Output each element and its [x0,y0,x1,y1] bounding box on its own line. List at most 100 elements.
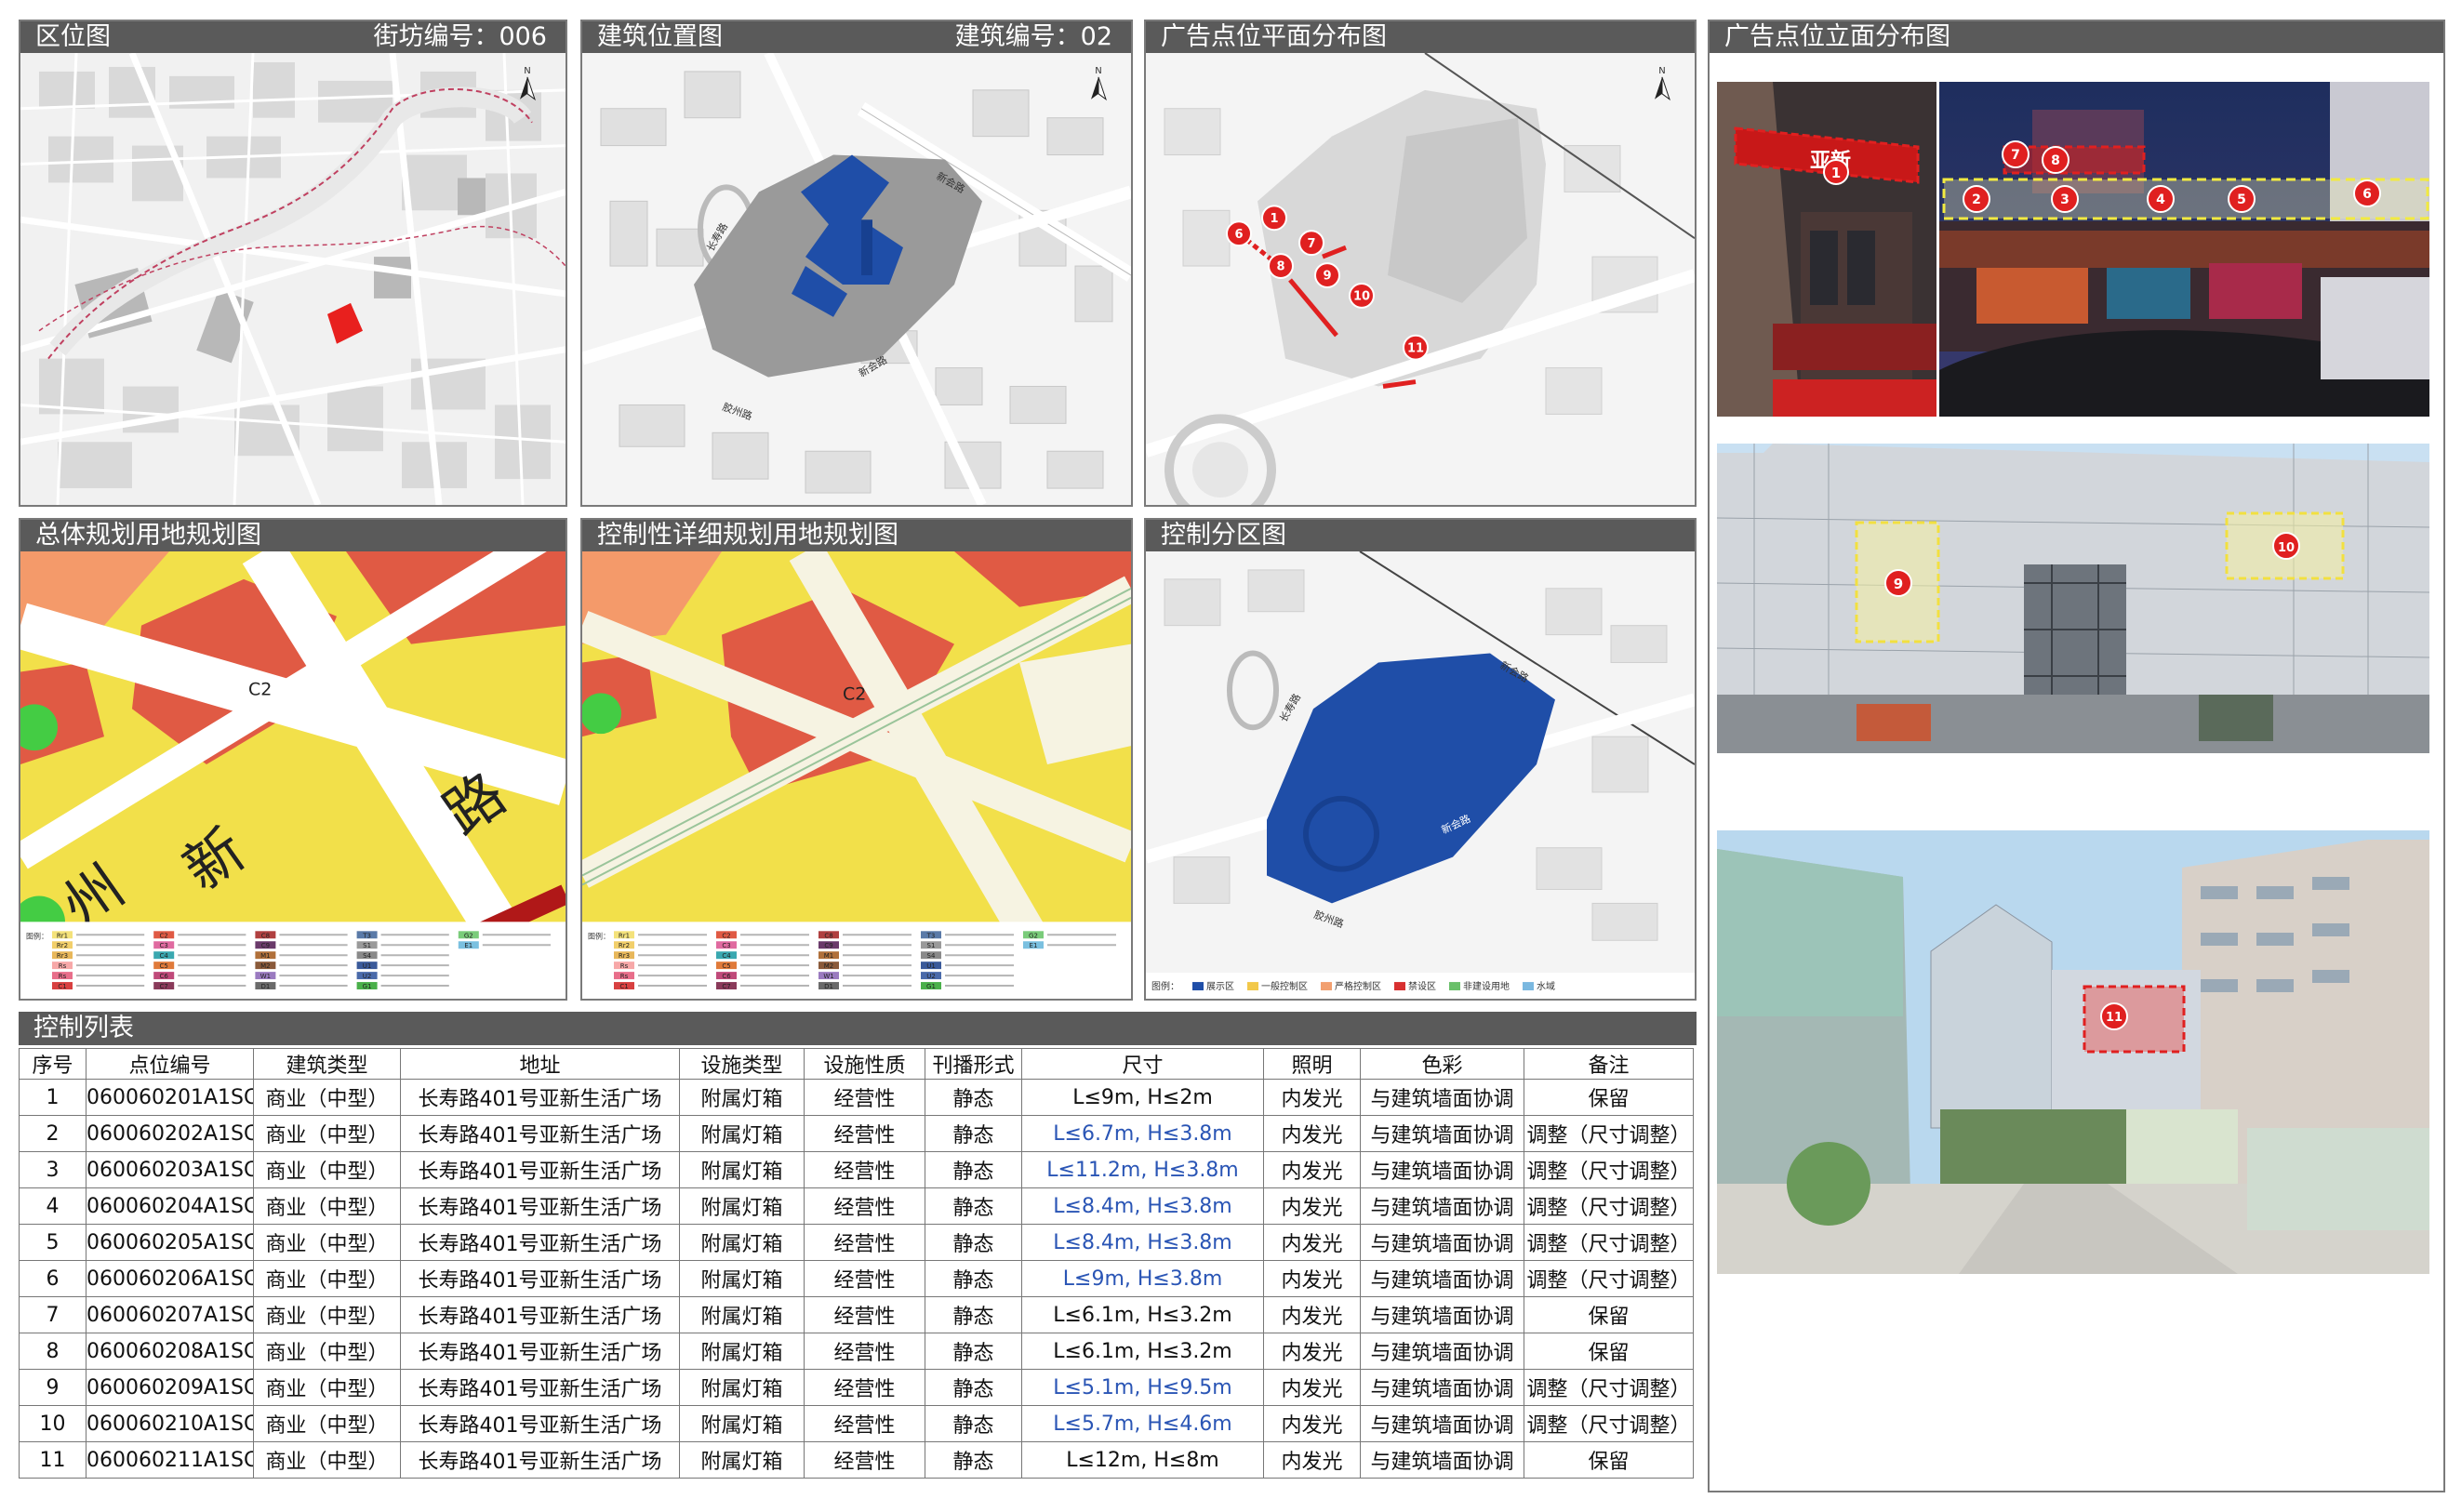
table-cell-nature: 经营性 [804,1151,925,1188]
table-cell-fac: 附属灯箱 [679,1151,805,1188]
marker-4: 4 [2147,185,2175,213]
svg-text:图例：: 图例： [1151,980,1179,992]
marker-6: 6 [2353,179,2381,207]
svg-text:W1: W1 [260,973,271,980]
svg-text:T3: T3 [362,932,371,939]
table-cell-form: 静态 [925,1333,1022,1370]
col-header: 序号 [19,1048,87,1080]
table-cell-color: 与建筑墙面协调 [1360,1187,1524,1225]
table-cell-form: 静态 [925,1115,1022,1152]
table-cell-size: L≤9m, H≤2m [1021,1079,1264,1116]
svg-text:C8: C8 [261,932,270,939]
svg-text:9: 9 [1894,576,1903,592]
photo-night-plaza: 7 8 2 3 4 5 6 [1939,82,2429,417]
table-cell-form: 静态 [925,1405,1022,1442]
table-cell-code: 060060205A1SC [86,1224,254,1261]
marker-11: 11 [2100,1002,2128,1030]
table-cell-fac: 附属灯箱 [679,1224,805,1261]
photo-rear-wall: 9 10 [1717,444,2429,753]
table-cell-type: 商业（中型） [253,1224,401,1261]
table-cell-color: 与建筑墙面协调 [1360,1296,1524,1333]
svg-text:G1: G1 [926,983,936,990]
table-cell-light: 内发光 [1263,1441,1361,1479]
building-location-panel: 建筑位置图 建筑编号：02 长寿路 新会路 新会路 胶州路 N [580,20,1133,507]
table-cell-note: 调整（尺寸调整） [1524,1369,1694,1406]
svg-text:Rs: Rs [59,973,67,980]
svg-text:禁设区: 禁设区 [1408,981,1436,992]
table-row: 5 060060205A1SC 商业（中型） 长寿路401号亚新生活广场 附属灯箱 经营性… [19,1224,1694,1261]
table-cell-form: 静态 [925,1224,1022,1261]
table-row: 7 060060207A1SC 商业（中型） 长寿路401号亚新生活广场 附属灯箱 经营性… [19,1296,1694,1333]
svg-text:U2: U2 [363,973,372,980]
svg-text:U2: U2 [926,973,936,980]
svg-text:E1: E1 [1030,942,1038,949]
photo-storefront: 亚新 1 [1717,82,1936,417]
svg-text:C5: C5 [722,962,730,970]
zone-label: C2 [843,683,866,704]
svg-text:非建设用地: 非建设用地 [1463,980,1510,992]
table-cell-fac: 附属灯箱 [679,1296,805,1333]
svg-text:8: 8 [2051,153,2060,168]
svg-text:S1: S1 [363,942,371,949]
panel-title: 广告点位平面分布图 [1161,22,1387,51]
zoning-panel: 控制分区图 长寿路 新会路 新会路 胶州路 图例： 展示区 一般控制区 严格控制区 禁设… [1144,518,1697,1001]
marker-9: 9 [1884,569,1912,597]
svg-text:11: 11 [2106,1011,2123,1025]
marker-8: 8 [1268,253,1294,279]
table-row: 3 060060203A1SC 商业（中型） 长寿路401号亚新生活广场 附属灯箱 经营性… [19,1151,1694,1188]
table-cell-code: 060060209A1SC [86,1369,254,1406]
table-cell-code: 060060208A1SC [86,1333,254,1370]
svg-text:G1: G1 [363,983,372,990]
table-cell-type: 商业（中型） [253,1187,401,1225]
svg-text:Rs: Rs [620,973,629,980]
table-cell-addr: 长寿路401号亚新生活广场 [400,1115,680,1152]
svg-text:5: 5 [2237,192,2246,207]
table-cell-form: 静态 [925,1079,1022,1116]
table-cell-light: 内发光 [1263,1296,1361,1333]
panel-header: 控制列表 [19,1012,1697,1045]
marker-9: 9 [1314,262,1340,288]
table-cell-type: 商业（中型） [253,1333,401,1370]
table-cell-nature: 经营性 [804,1296,925,1333]
table-cell-no: 11 [19,1441,87,1479]
svg-text:Rr1: Rr1 [619,932,630,939]
table-row: 2 060060202A1SC 商业（中型） 长寿路401号亚新生活广场 附属灯箱 经营性… [19,1115,1694,1152]
svg-text:C4: C4 [722,952,731,960]
table-cell-no: 9 [19,1369,87,1406]
marker-1: 1 [1823,159,1849,185]
building-location-map: 长寿路 新会路 新会路 胶州路 N [582,53,1131,505]
table-cell-color: 与建筑墙面协调 [1360,1441,1524,1479]
panel-header: 建筑位置图 建筑编号：02 [582,21,1131,53]
table-cell-size: L≤8.4m, H≤3.8m [1021,1187,1264,1225]
table-cell-fac: 附属灯箱 [679,1260,805,1297]
legend-title: 图例： [26,931,48,940]
table-cell-form: 静态 [925,1260,1022,1297]
table-cell-note: 调整（尺寸调整） [1524,1115,1694,1152]
table-cell-size: L≤9m, H≤3.8m [1021,1260,1264,1297]
table-cell-code: 060060202A1SC [86,1115,254,1152]
table-cell-type: 商业（中型） [253,1260,401,1297]
table-row: 1 060060201A1SC 商业（中型） 长寿路401号亚新生活广场 附属灯箱 经营性… [19,1079,1694,1116]
svg-text:C4: C4 [160,952,169,960]
marker-5: 5 [2228,185,2256,213]
svg-text:M2: M2 [824,962,833,970]
table-cell-fac: 附属灯箱 [679,1115,805,1152]
marker-2: 2 [1963,185,1990,213]
svg-text:M1: M1 [824,952,833,960]
panel-title: 区位图 [35,22,111,51]
table-cell-size: L≤5.1m, H≤9.5m [1021,1369,1264,1406]
panel-header: 区位图 街坊编号：006 [20,21,566,53]
table-cell-addr: 长寿路401号亚新生活广场 [400,1296,680,1333]
svg-text:T3: T3 [926,932,936,939]
zone-label: C2 [248,679,272,699]
table-cell-type: 商业（中型） [253,1296,401,1333]
table-cell-no: 6 [19,1260,87,1297]
table-cell-fac: 附属灯箱 [679,1187,805,1225]
svg-text:6: 6 [2362,187,2372,202]
table-cell-no: 1 [19,1079,87,1116]
svg-text:11: 11 [1407,341,1424,355]
table-cell-size: L≤12m, H≤8m [1021,1441,1264,1479]
detailed-plan-panel: 控制性详细规划用地规划图 C2 图例： Rr1 Rr2 Rr3 Rs Rs C1 C2 C3 C4… [580,518,1133,1001]
svg-text:C2: C2 [722,932,730,939]
panel-header: 广告点位立面分布图 [1710,21,2443,53]
